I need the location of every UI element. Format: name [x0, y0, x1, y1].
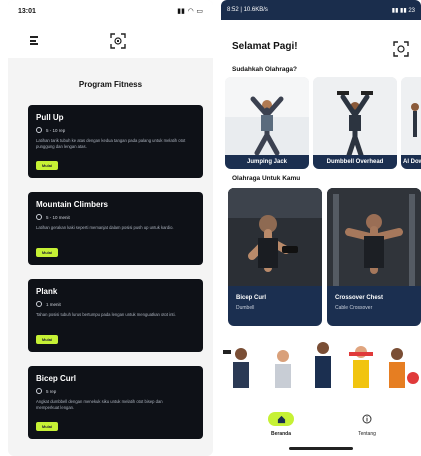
workout-photo	[228, 188, 322, 286]
home-indicator	[289, 447, 353, 450]
signal-icon: ▮▮	[177, 8, 185, 15]
status-time: 8:52 | 10.6KB/s	[227, 7, 268, 13]
banner-illustration	[221, 334, 421, 388]
nav-label: Tentang	[358, 431, 376, 437]
card-title: Mountain Climbers	[36, 200, 109, 209]
app-bar	[8, 22, 213, 58]
card-title: Pull Up	[36, 113, 64, 122]
program-card-bicep-curl[interactable]: Bicep Curl 5 rep Angkat dumbbell dengan …	[28, 366, 203, 439]
program-card-mountain-climbers[interactable]: Mountain Climbers 5 - 10 menit Latihan g…	[28, 192, 203, 265]
tile-label: Al Down	[401, 155, 421, 169]
workout-card-crossover-chest[interactable]: Crossover Chest Cable Crossover	[327, 188, 421, 326]
tile-label: Dumbbell Overhead	[313, 155, 397, 169]
start-button[interactable]: Mulai	[36, 248, 58, 257]
card-meta: 5 - 10 menit	[46, 214, 70, 220]
section-title: Sudahkah Olahraga?	[232, 66, 298, 73]
battery-level: 23	[408, 7, 415, 14]
card-description: Angkat dumbbell dengan menekuk siku untu…	[36, 399, 163, 410]
exercise-tile-jumping-jack[interactable]: Jumping Jack	[225, 77, 309, 169]
tile-label: Jumping Jack	[225, 155, 309, 169]
start-button[interactable]: Mulai	[36, 335, 58, 344]
card-meta: 5 rep	[46, 388, 57, 394]
nav-item-beranda[interactable]: Beranda	[251, 412, 311, 437]
left-phone-screen: 13:01 ▮▮ ◠ ▭ Program Fitness Pull Up 5 -…	[8, 0, 213, 456]
qr-scan-icon[interactable]	[110, 33, 126, 49]
header: Selamat Pagi!	[221, 20, 421, 60]
exercise-carousel[interactable]: Jumping Jack Dumbbell Overhead Al Down	[221, 77, 421, 175]
card-description: Latihan gerakan kaki seperti memanjat da…	[36, 225, 174, 230]
start-button[interactable]: Mulai	[36, 422, 58, 431]
clock-icon	[36, 301, 42, 307]
clock-icon	[36, 214, 42, 220]
section-title: Olahraga Untuk Kamu	[232, 175, 301, 182]
workout-title: Bicep Curl	[236, 295, 267, 301]
exercise-tile-dumbbell-overhead[interactable]: Dumbbell Overhead	[313, 77, 397, 169]
clock-icon	[36, 127, 42, 133]
status-bar: 13:01 ▮▮ ◠ ▭	[8, 0, 213, 22]
system-icons: ▮▮ ◠ ▭	[177, 7, 203, 15]
wifi-icon: ◠	[187, 8, 194, 15]
info-icon	[362, 414, 372, 424]
card-meta: 1 menit	[46, 301, 61, 307]
card-description: Tahan posisi tubuh lurus bertumpu pada l…	[36, 312, 176, 317]
start-button[interactable]: Mulai	[36, 161, 58, 170]
card-title: Bicep Curl	[36, 374, 77, 383]
nav-label: Beranda	[270, 431, 291, 437]
program-card-pull-up[interactable]: Pull Up 5 - 10 rep Latihan tarik tubuh k…	[28, 105, 203, 178]
battery-icon: ▭	[196, 8, 203, 15]
menu-icon[interactable]	[30, 36, 40, 45]
qr-scan-icon[interactable]	[393, 41, 409, 57]
status-bar: 8:52 | 10.6KB/s ▮▮ ▮▮ 23	[221, 0, 421, 20]
workout-subtitle: Dumbell	[236, 305, 255, 311]
card-title: Plank	[36, 287, 58, 296]
bottom-nav: Beranda Tentang	[221, 404, 421, 456]
greeting-title: Selamat Pagi!	[232, 41, 298, 52]
workout-grid: Bicep Curl Dumbell Crossover Chest Cable…	[221, 188, 421, 332]
workout-subtitle: Cable Crossover	[335, 305, 373, 311]
clock-icon	[36, 388, 42, 394]
signal-icon: ▮▮ ▮▮	[391, 7, 409, 14]
workout-photo	[327, 188, 421, 286]
promo-banner[interactable]	[221, 334, 421, 388]
program-card-plank[interactable]: Plank 1 menit Tahan posisi tubuh lurus b…	[28, 279, 203, 352]
workout-card-bicep-curl[interactable]: Bicep Curl Dumbell	[228, 188, 322, 326]
right-phone-screen: 8:52 | 10.6KB/s ▮▮ ▮▮ 23 Selamat Pagi! S…	[221, 0, 421, 456]
home-icon	[277, 415, 285, 423]
nav-item-tentang[interactable]: Tentang	[337, 412, 397, 437]
card-meta: 5 - 10 rep	[46, 127, 66, 133]
workout-title: Crossover Chest	[335, 295, 384, 301]
status-time: 13:01	[18, 7, 36, 15]
page-title: Program Fitness	[78, 80, 143, 89]
exercise-tile-partial[interactable]: Al Down	[401, 77, 421, 169]
card-description: Latihan tarik tubuh ke atas dengan kedua…	[36, 138, 186, 149]
